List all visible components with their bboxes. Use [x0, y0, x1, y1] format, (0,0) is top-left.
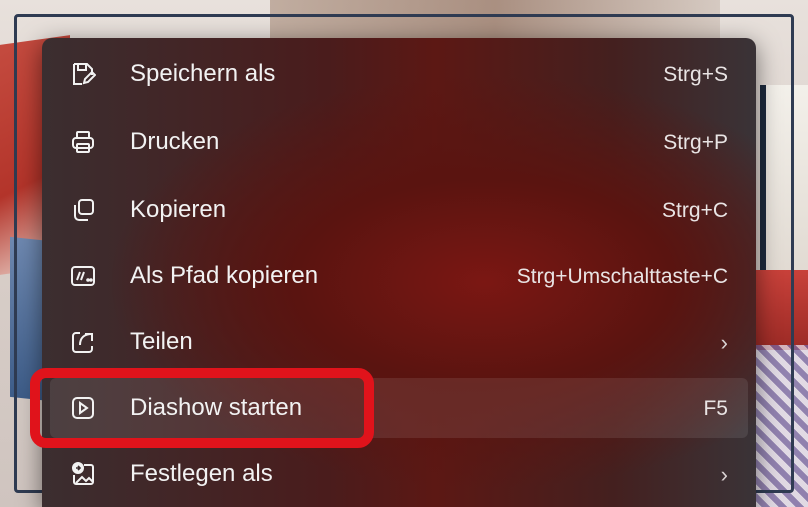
menu-item-shortcut: Strg+S [663, 63, 728, 86]
chevron-right-icon: › [720, 330, 728, 355]
printer-icon [70, 129, 96, 155]
menu-item-shortcut: F5 [703, 397, 728, 420]
menu-item-label: Festlegen als [130, 460, 273, 487]
chevron-right-icon: › [720, 462, 728, 487]
menu-item-label: Als Pfad kopieren [130, 262, 319, 289]
menu-item-print[interactable]: Drucken Strg+P [50, 112, 748, 172]
menu-item-label: Kopieren [130, 196, 227, 223]
menu-item-save-as[interactable]: Speichern als Strg+S [50, 44, 748, 104]
menu-item-set-as[interactable]: Festlegen als › [50, 444, 748, 504]
menu-item-shortcut: Strg+Umschalttaste+C [516, 265, 728, 288]
copy-path-icon [70, 263, 96, 289]
menu-item-label: Teilen [130, 328, 193, 355]
menu-item-label: Speichern als [130, 60, 276, 87]
menu-item-label: Drucken [130, 128, 220, 155]
annotation-highlight-box [30, 368, 374, 448]
menu-item-shortcut: Strg+C [662, 199, 728, 222]
save-as-icon [70, 61, 96, 87]
menu-item-share[interactable]: Teilen › [50, 312, 748, 372]
share-icon [70, 329, 96, 355]
set-as-icon [70, 461, 96, 487]
menu-item-shortcut: Strg+P [663, 131, 728, 154]
menu-item-copy-as-path[interactable]: Als Pfad kopieren Strg+Umschalttaste+C [50, 246, 748, 306]
copy-icon [70, 197, 96, 223]
menu-item-copy[interactable]: Kopieren Strg+C [50, 180, 748, 240]
